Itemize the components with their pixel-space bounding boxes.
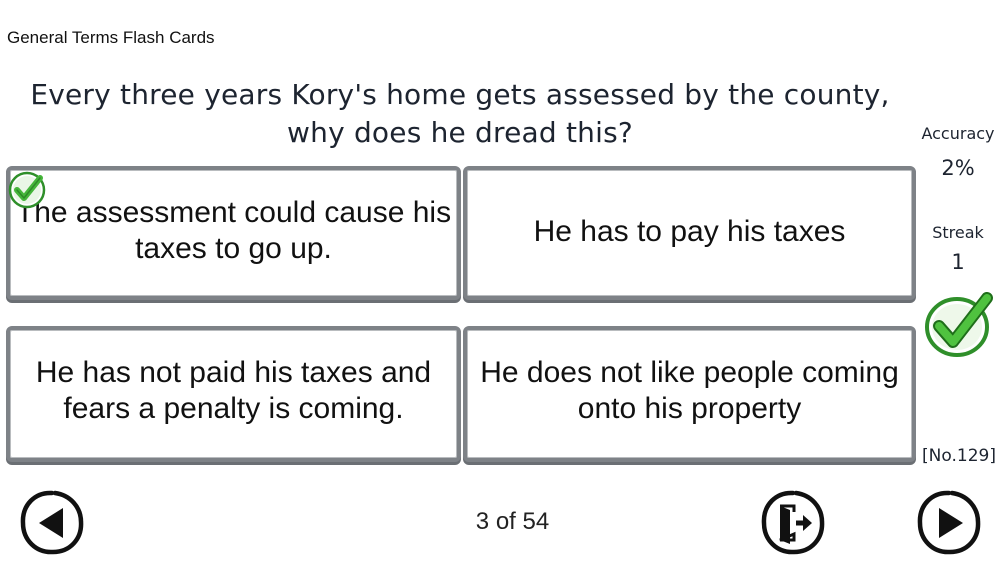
answer-card-2[interactable]: He has to pay his taxes <box>463 166 916 300</box>
accuracy-value: 2% <box>941 156 975 180</box>
card-number: [No.129] <box>922 446 996 466</box>
streak-label: Streak <box>932 223 984 242</box>
answer-label-4: He does not like people coming onto his … <box>480 356 899 425</box>
answer-label-2: He has to pay his taxes <box>533 215 846 248</box>
left-arrow-icon <box>20 490 84 555</box>
accuracy-label: Accuracy <box>921 124 995 143</box>
question-text: Every three years Kory's home gets asses… <box>30 78 890 149</box>
answer-card-3[interactable]: He has not paid his taxes and fears a pe… <box>6 326 461 462</box>
previous-card-button[interactable] <box>17 488 87 558</box>
correct-answer-check-icon <box>8 171 46 209</box>
card-progress: 3 of 54 <box>475 508 550 535</box>
answer-card-4[interactable]: He does not like people coming onto his … <box>463 326 916 462</box>
exit-door-icon <box>761 490 825 555</box>
next-card-button[interactable] <box>914 488 984 558</box>
answer-card-1[interactable]: The assessment could cause his taxes to … <box>6 166 461 300</box>
deck-title: General Terms Flash Cards <box>7 28 215 47</box>
answer-label-3: He has not paid his taxes and fears a pe… <box>35 356 432 425</box>
answer-label-1: The assessment could cause his taxes to … <box>15 196 452 265</box>
exit-button[interactable] <box>758 488 828 558</box>
right-arrow-icon <box>917 490 981 555</box>
streak-value: 1 <box>951 250 965 274</box>
green-check-icon <box>925 292 993 357</box>
